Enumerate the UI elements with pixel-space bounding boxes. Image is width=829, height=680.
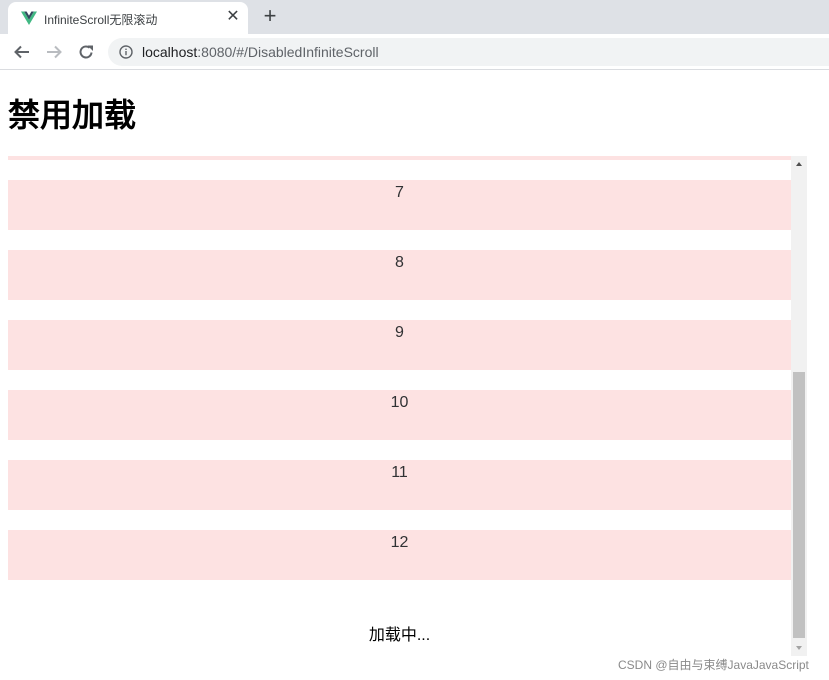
reload-button[interactable] xyxy=(74,40,98,64)
tab-title: InfiniteScroll无限滚动 xyxy=(44,13,158,27)
tab-strip: InfiniteScroll无限滚动 ✕ + xyxy=(0,0,829,34)
url-text[interactable]: localhost:8080/#/DisabledInfiniteScroll xyxy=(142,44,379,60)
url-host: localhost xyxy=(142,44,198,60)
triangle-down-icon xyxy=(796,646,802,650)
address-bar[interactable]: localhost:8080/#/DisabledInfiniteScroll xyxy=(108,38,829,66)
browser-tab[interactable]: InfiniteScroll无限滚动 ✕ xyxy=(8,2,248,34)
list-item: 6 xyxy=(8,156,791,160)
vertical-scrollbar[interactable] xyxy=(791,156,807,656)
url-path: :8080/#/DisabledInfiniteScroll xyxy=(197,44,379,60)
triangle-up-icon xyxy=(796,162,802,166)
watermark: CSDN @自由与束缚JavaJavaScript xyxy=(618,658,809,672)
infinite-scroll-list[interactable]: 6 7 8 9 10 11 12 加载中... xyxy=(8,156,807,656)
list-item: 8 xyxy=(8,250,791,300)
reload-icon xyxy=(79,45,93,59)
list-item: 7 xyxy=(8,180,791,230)
arrow-right-icon xyxy=(47,45,62,59)
arrow-left-icon xyxy=(14,45,29,59)
loading-indicator: 加载中... xyxy=(368,627,431,644)
list-item: 9 xyxy=(8,320,791,370)
browser-toolbar: localhost:8080/#/DisabledInfiniteScroll xyxy=(0,34,829,70)
scroll-down-button[interactable] xyxy=(791,640,807,656)
list-item: 10 xyxy=(8,390,791,440)
scrollbar-thumb[interactable] xyxy=(793,372,805,638)
scroll-up-button[interactable] xyxy=(791,156,807,172)
forward-button[interactable] xyxy=(42,40,66,64)
info-icon[interactable] xyxy=(119,45,133,59)
close-tab-icon[interactable]: ✕ xyxy=(224,8,242,26)
page-title: 禁用加载 xyxy=(8,96,137,134)
vue-logo-icon xyxy=(21,11,37,25)
list-content: 6 7 8 9 10 11 12 xyxy=(8,156,791,600)
list-item: 12 xyxy=(8,530,791,580)
new-tab-button[interactable]: + xyxy=(258,4,282,28)
list-item: 11 xyxy=(8,460,791,510)
back-button[interactable] xyxy=(10,40,34,64)
